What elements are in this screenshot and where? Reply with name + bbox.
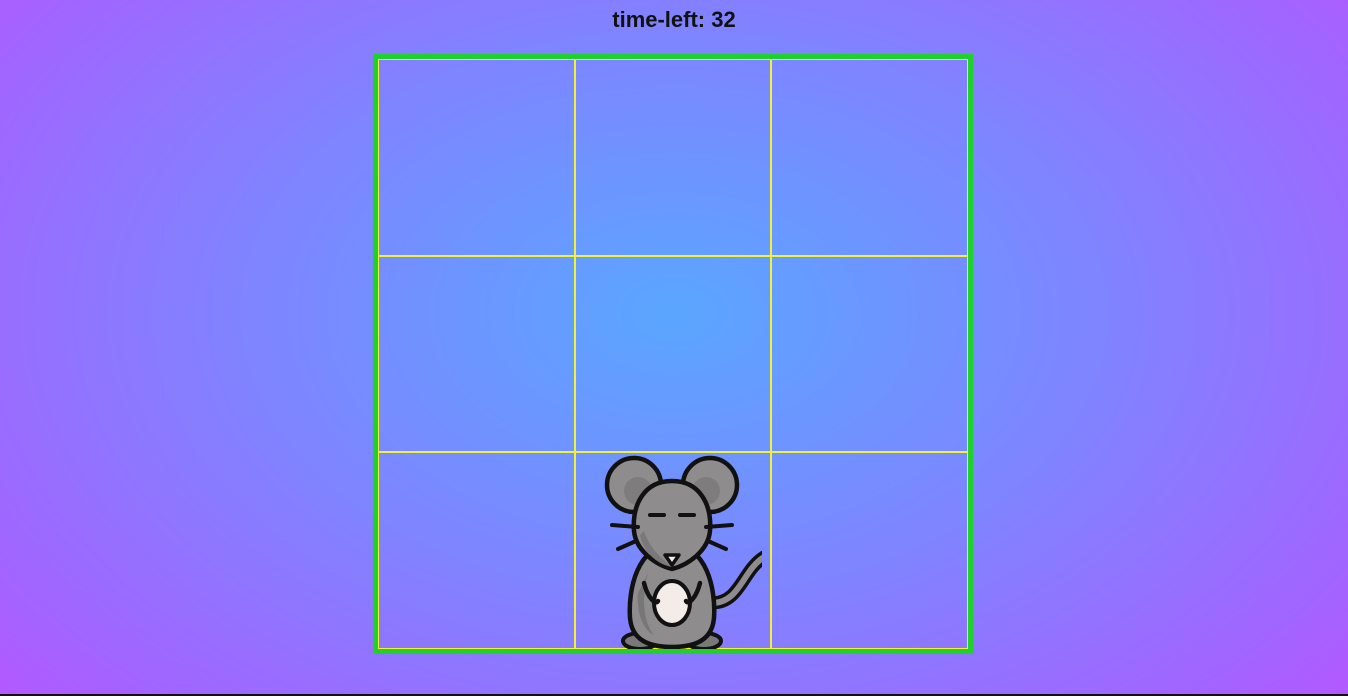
board-cell-7[interactable]	[574, 452, 772, 650]
board-cell-1[interactable]	[574, 59, 772, 256]
time-left-label: time-left: 32	[612, 7, 736, 32]
mouse-icon[interactable]	[592, 453, 762, 650]
board-cell-3[interactable]	[378, 255, 575, 453]
game-board	[373, 54, 973, 654]
board-cell-5[interactable]	[771, 255, 968, 453]
board-cell-0[interactable]	[378, 59, 575, 256]
board-cell-8[interactable]	[771, 452, 968, 649]
board-cell-4[interactable]	[574, 255, 772, 453]
board-cell-6[interactable]	[378, 452, 575, 649]
board-cell-2[interactable]	[771, 59, 968, 256]
